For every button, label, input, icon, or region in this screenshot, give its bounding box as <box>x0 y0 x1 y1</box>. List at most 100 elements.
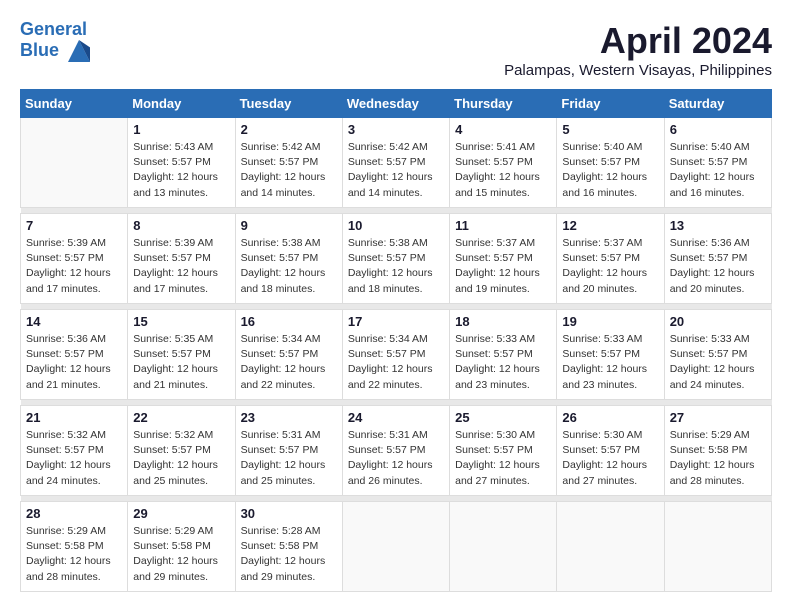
calendar-cell: 18Sunrise: 5:33 AM Sunset: 5:57 PM Dayli… <box>450 310 557 400</box>
day-info: Sunrise: 5:36 AM Sunset: 5:57 PM Dayligh… <box>26 332 122 393</box>
calendar-cell: 11 Sunrise: 5:37 AM Sunset: 5:57 PM Dayli… <box>450 214 557 304</box>
day-number: 26 <box>562 410 658 425</box>
calendar-cell: 8 Sunrise: 5:39 AM Sunset: 5:57 PM Daylig… <box>128 214 235 304</box>
day-info: Sunrise: 5:32 AM Sunset: 5:57 PM Dayligh… <box>26 428 122 489</box>
day-number: 10 <box>348 218 444 233</box>
day-number: 3 <box>348 122 444 137</box>
calendar-cell: 4Sunrise: 5:41 AM Sunset: 5:57 PM Daylig… <box>450 118 557 208</box>
page-header: General Blue April 2024 Palampas, Wester… <box>20 20 772 79</box>
day-number: 5 <box>562 122 658 137</box>
calendar-cell: 20 Sunrise: 5:33 AM Sunset: 5:57 PM Dayli… <box>664 310 771 400</box>
calendar-cell: 28 Sunrise: 5:29 AM Sunset: 5:58 PM Dayli… <box>21 502 128 592</box>
day-number: 15 <box>133 314 229 329</box>
day-info: Sunrise: 5:31 AM Sunset: 5:57 PM Dayligh… <box>348 428 444 489</box>
day-info: Sunrise: 5:35 AM Sunset: 5:57 PM Dayligh… <box>133 332 229 393</box>
calendar-cell: 12 Sunrise: 5:37 AM Sunset: 5:57 PM Dayli… <box>557 214 664 304</box>
day-number: 24 <box>348 410 444 425</box>
calendar-cell: 13Sunrise: 5:36 AM Sunset: 5:57 PM Dayli… <box>664 214 771 304</box>
logo-general: General <box>20 19 87 39</box>
day-info: Sunrise: 5:30 AM Sunset: 5:57 PM Dayligh… <box>455 428 551 489</box>
day-info: Sunrise: 5:42 AM Sunset: 5:57 PM Dayligh… <box>241 140 337 201</box>
day-number: 1 <box>133 122 229 137</box>
calendar-cell: 9 Sunrise: 5:38 AM Sunset: 5:57 PM Daylig… <box>235 214 342 304</box>
calendar-cell <box>664 502 771 592</box>
calendar-table: SundayMondayTuesdayWednesdayThursdayFrid… <box>20 89 772 592</box>
day-info: Sunrise: 5:34 AM Sunset: 5:57 PM Dayligh… <box>348 332 444 393</box>
day-number: 11 <box>455 218 551 233</box>
calendar-cell: 3 Sunrise: 5:42 AM Sunset: 5:57 PM Daylig… <box>342 118 449 208</box>
calendar-cell: 29 Sunrise: 5:29 AM Sunset: 5:58 PM Dayli… <box>128 502 235 592</box>
day-info: Sunrise: 5:38 AM Sunset: 5:57 PM Dayligh… <box>348 236 444 297</box>
calendar-cell <box>21 118 128 208</box>
header-thursday: Thursday <box>450 90 557 118</box>
calendar-cell: 2Sunrise: 5:42 AM Sunset: 5:57 PM Daylig… <box>235 118 342 208</box>
day-info: Sunrise: 5:39 AM Sunset: 5:57 PM Dayligh… <box>26 236 122 297</box>
calendar-cell: 6 Sunrise: 5:40 AM Sunset: 5:57 PM Daylig… <box>664 118 771 208</box>
day-info: Sunrise: 5:37 AM Sunset: 5:57 PM Dayligh… <box>562 236 658 297</box>
day-info: Sunrise: 5:36 AM Sunset: 5:57 PM Dayligh… <box>670 236 766 297</box>
day-info: Sunrise: 5:39 AM Sunset: 5:57 PM Dayligh… <box>133 236 229 297</box>
day-info: Sunrise: 5:29 AM Sunset: 5:58 PM Dayligh… <box>133 524 229 585</box>
calendar-cell: 16 Sunrise: 5:34 AM Sunset: 5:57 PM Dayli… <box>235 310 342 400</box>
day-number: 9 <box>241 218 337 233</box>
week-row-1: 1 Sunrise: 5:43 AM Sunset: 5:57 PM Daylig… <box>21 118 772 208</box>
day-number: 23 <box>241 410 337 425</box>
day-number: 20 <box>670 314 766 329</box>
day-info: Sunrise: 5:34 AM Sunset: 5:57 PM Dayligh… <box>241 332 337 393</box>
day-number: 25 <box>455 410 551 425</box>
day-info: Sunrise: 5:30 AM Sunset: 5:57 PM Dayligh… <box>562 428 658 489</box>
day-number: 16 <box>241 314 337 329</box>
day-number: 8 <box>133 218 229 233</box>
calendar-cell: 22 Sunrise: 5:32 AM Sunset: 5:57 PM Dayli… <box>128 406 235 496</box>
logo: General Blue <box>20 20 90 62</box>
calendar-cell <box>450 502 557 592</box>
header-friday: Friday <box>557 90 664 118</box>
title-block: April 2024 Palampas, Western Visayas, Ph… <box>504 20 772 79</box>
calendar-cell <box>342 502 449 592</box>
calendar-cell: 14 Sunrise: 5:36 AM Sunset: 5:57 PM Dayli… <box>21 310 128 400</box>
day-info: Sunrise: 5:32 AM Sunset: 5:57 PM Dayligh… <box>133 428 229 489</box>
day-info: Sunrise: 5:42 AM Sunset: 5:57 PM Dayligh… <box>348 140 444 201</box>
calendar-cell: 27Sunrise: 5:29 AM Sunset: 5:58 PM Dayli… <box>664 406 771 496</box>
header-sunday: Sunday <box>21 90 128 118</box>
calendar-cell: 10 Sunrise: 5:38 AM Sunset: 5:57 PM Dayli… <box>342 214 449 304</box>
day-info: Sunrise: 5:43 AM Sunset: 5:57 PM Dayligh… <box>133 140 229 201</box>
day-number: 29 <box>133 506 229 521</box>
calendar-cell: 1 Sunrise: 5:43 AM Sunset: 5:57 PM Daylig… <box>128 118 235 208</box>
day-info: Sunrise: 5:38 AM Sunset: 5:57 PM Dayligh… <box>241 236 337 297</box>
logo-blue: Blue <box>20 40 59 60</box>
day-info: Sunrise: 5:29 AM Sunset: 5:58 PM Dayligh… <box>26 524 122 585</box>
month-title: April 2024 <box>504 20 772 62</box>
calendar-cell: 21 Sunrise: 5:32 AM Sunset: 5:57 PM Dayli… <box>21 406 128 496</box>
day-info: Sunrise: 5:29 AM Sunset: 5:58 PM Dayligh… <box>670 428 766 489</box>
calendar-cell: 5 Sunrise: 5:40 AM Sunset: 5:57 PM Daylig… <box>557 118 664 208</box>
calendar-cell <box>557 502 664 592</box>
day-info: Sunrise: 5:40 AM Sunset: 5:57 PM Dayligh… <box>562 140 658 201</box>
day-number: 30 <box>241 506 337 521</box>
day-info: Sunrise: 5:40 AM Sunset: 5:57 PM Dayligh… <box>670 140 766 201</box>
day-number: 4 <box>455 122 551 137</box>
day-number: 28 <box>26 506 122 521</box>
calendar-cell: 24 Sunrise: 5:31 AM Sunset: 5:57 PM Dayli… <box>342 406 449 496</box>
week-row-4: 21 Sunrise: 5:32 AM Sunset: 5:57 PM Dayli… <box>21 406 772 496</box>
day-info: Sunrise: 5:37 AM Sunset: 5:57 PM Dayligh… <box>455 236 551 297</box>
day-number: 14 <box>26 314 122 329</box>
location-subtitle: Palampas, Western Visayas, Philippines <box>504 62 772 79</box>
calendar-cell: 7 Sunrise: 5:39 AM Sunset: 5:57 PM Daylig… <box>21 214 128 304</box>
day-number: 6 <box>670 122 766 137</box>
day-info: Sunrise: 5:33 AM Sunset: 5:57 PM Dayligh… <box>670 332 766 393</box>
calendar-cell: 25 Sunrise: 5:30 AM Sunset: 5:57 PM Dayli… <box>450 406 557 496</box>
calendar-cell: 15 Sunrise: 5:35 AM Sunset: 5:57 PM Dayli… <box>128 310 235 400</box>
day-number: 18 <box>455 314 551 329</box>
calendar-cell: 26 Sunrise: 5:30 AM Sunset: 5:57 PM Dayli… <box>557 406 664 496</box>
day-info: Sunrise: 5:31 AM Sunset: 5:57 PM Dayligh… <box>241 428 337 489</box>
day-number: 7 <box>26 218 122 233</box>
calendar-cell: 19Sunrise: 5:33 AM Sunset: 5:57 PM Dayli… <box>557 310 664 400</box>
day-number: 17 <box>348 314 444 329</box>
logo-icon <box>68 40 90 62</box>
day-number: 12 <box>562 218 658 233</box>
header-tuesday: Tuesday <box>235 90 342 118</box>
day-number: 21 <box>26 410 122 425</box>
day-number: 22 <box>133 410 229 425</box>
calendar-cell: 23 Sunrise: 5:31 AM Sunset: 5:57 PM Dayli… <box>235 406 342 496</box>
